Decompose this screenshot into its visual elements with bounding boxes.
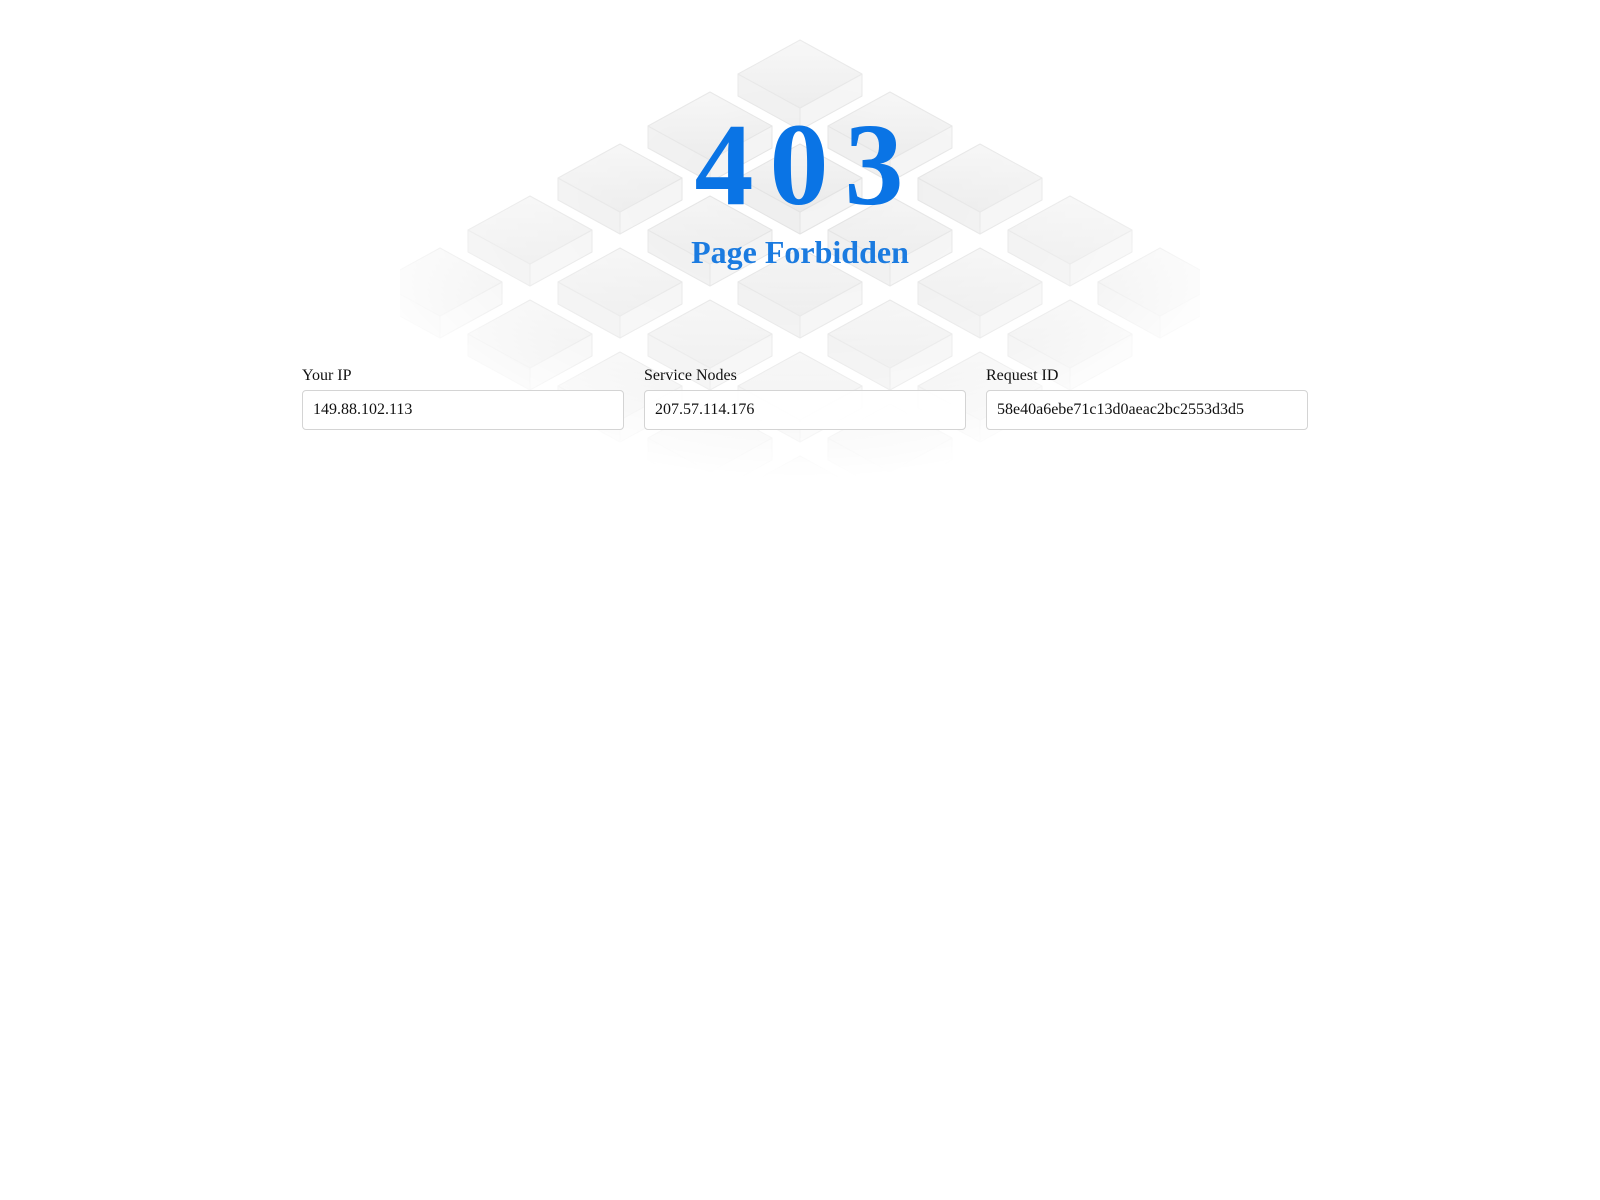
field-request-id: Request ID 58e40a6ebe71c13d0aeac2bc2553d… [986, 366, 1308, 430]
error-code: 403 [694, 99, 920, 230]
forbidden-page: 403 Page Forbidden Your IP 149.88.102.11… [0, 0, 1600, 1200]
field-your-ip: Your IP 149.88.102.113 [302, 366, 624, 430]
error-hero: 403 Page Forbidden [0, 100, 1600, 272]
request-id-field[interactable]: 58e40a6ebe71c13d0aeac2bc2553d3d5 [986, 390, 1308, 430]
error-title: Page Forbidden [691, 234, 909, 270]
field-label: Service Nodes [644, 367, 737, 384]
service-nodes-field[interactable]: 207.57.114.176 [644, 390, 966, 430]
your-ip-field[interactable]: 149.88.102.113 [302, 390, 624, 430]
field-label: Request ID [986, 367, 1059, 384]
request-info: Your IP 149.88.102.113 Service Nodes 207… [302, 366, 1308, 430]
field-label: Your IP [302, 367, 352, 384]
field-service-nodes: Service Nodes 207.57.114.176 [644, 366, 966, 430]
